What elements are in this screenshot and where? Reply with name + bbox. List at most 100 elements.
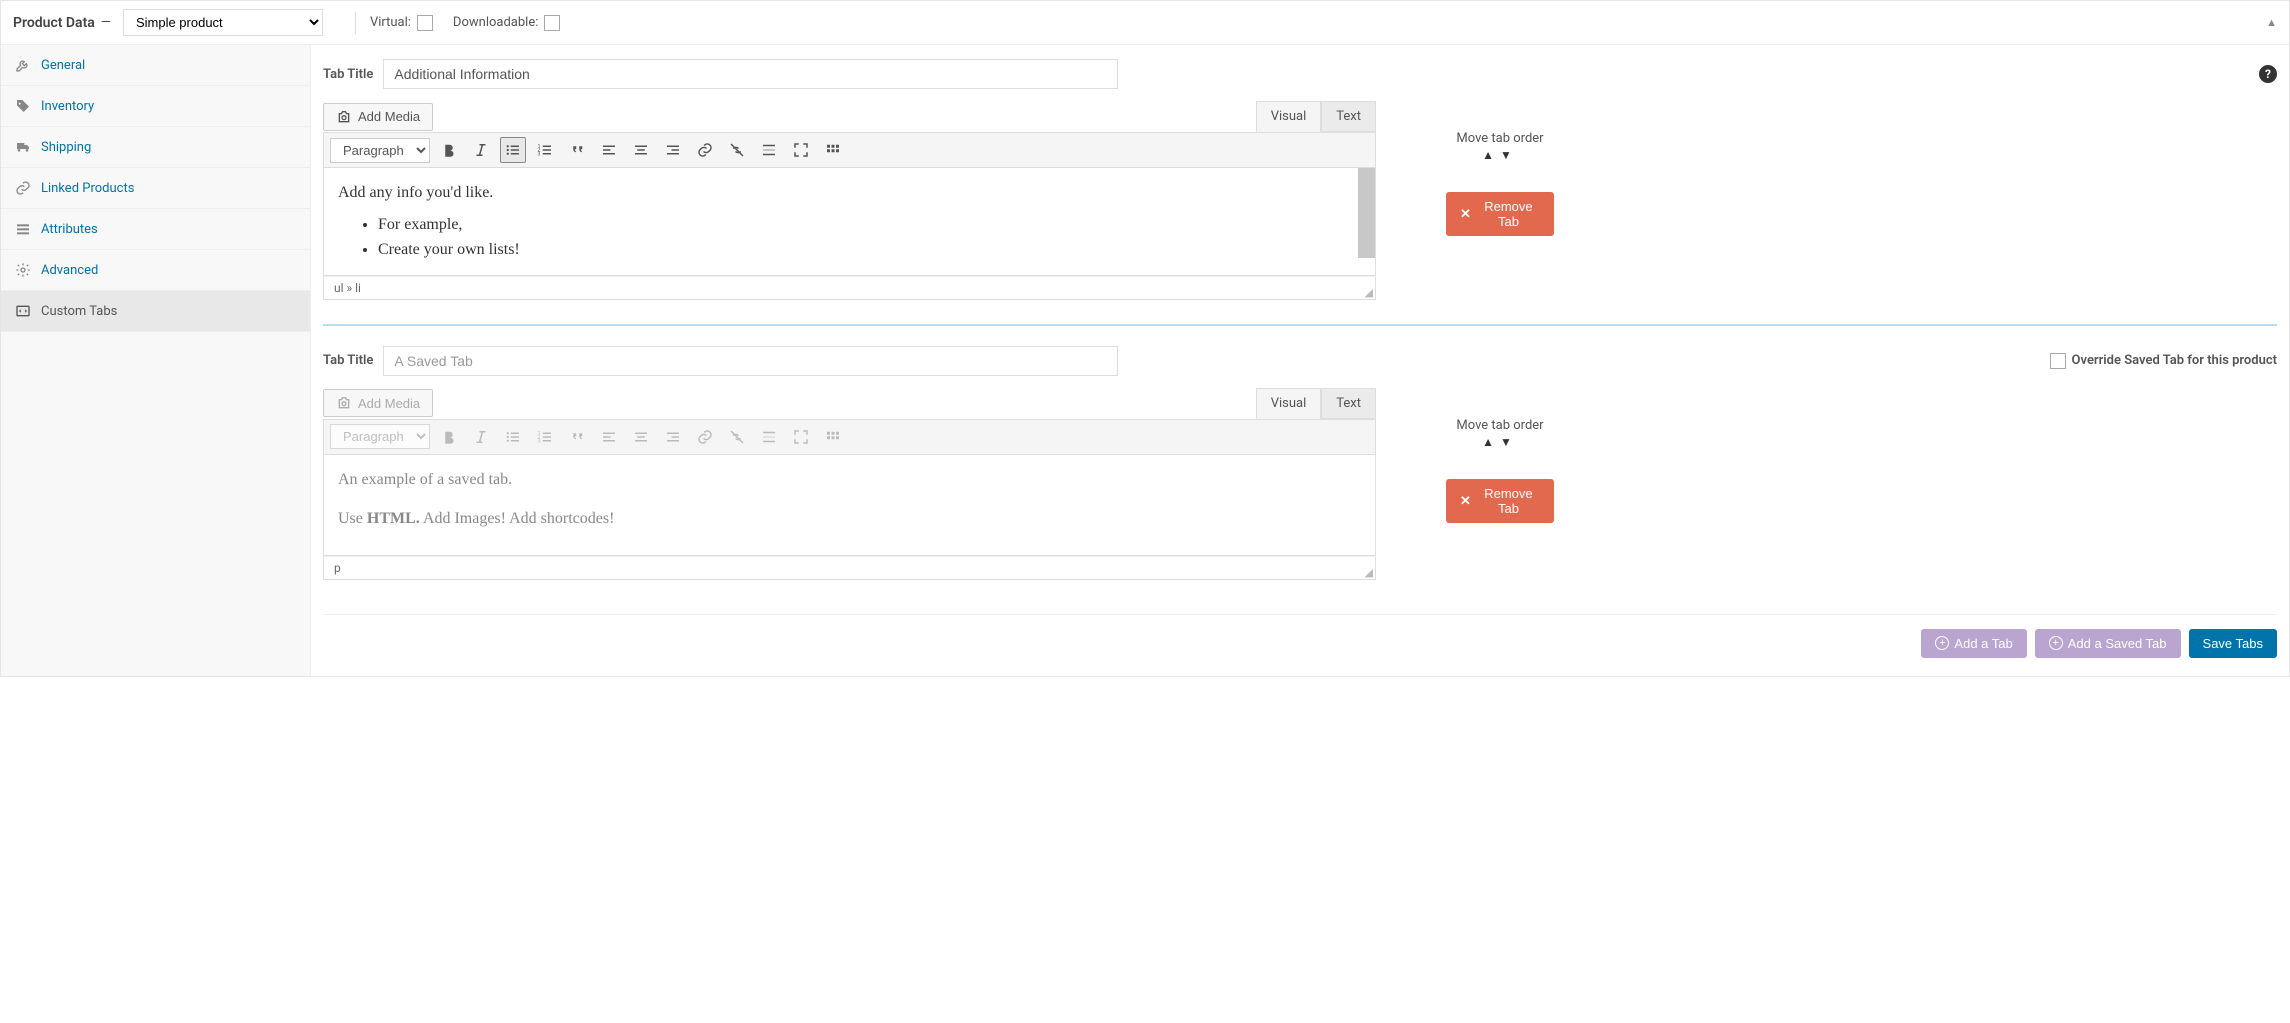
close-icon: ✕ — [1460, 206, 1471, 222]
editor-tab-text[interactable]: Text — [1321, 388, 1376, 419]
sidebar-item-label: Inventory — [41, 99, 94, 114]
media-icon — [336, 395, 352, 411]
quote-icon[interactable] — [564, 137, 590, 163]
bold-icon — [436, 424, 462, 450]
toolbar-toggle-icon[interactable] — [820, 137, 846, 163]
override-label: Override Saved Tab for this product — [2072, 353, 2277, 368]
sidebar-item-label: Linked Products — [41, 181, 134, 196]
sidebar-item-label: Attributes — [41, 222, 98, 237]
add-media-label: Add Media — [358, 396, 420, 411]
content-intro: Add any info you'd like. — [338, 180, 1361, 206]
sidebar-item-general[interactable]: General — [1, 45, 310, 86]
gear-icon — [15, 262, 31, 278]
override-checkbox[interactable] — [2050, 353, 2066, 369]
numbered-list-icon: 123 — [532, 424, 558, 450]
move-down-icon[interactable]: ▼ — [1500, 435, 1518, 449]
sidebar-item-advanced[interactable]: Advanced — [1, 250, 310, 291]
panel-toggle-icon[interactable]: ▲ — [2266, 16, 2277, 29]
tab-title-label: Tab Title — [323, 353, 373, 368]
unlink-icon — [724, 424, 750, 450]
sidebar-item-inventory[interactable]: Inventory — [1, 86, 310, 127]
quote-icon — [564, 424, 590, 450]
bullet-list-icon — [500, 424, 526, 450]
downloadable-checkbox[interactable] — [544, 15, 560, 31]
svg-text:3: 3 — [538, 151, 541, 157]
toolbar-toggle-icon — [820, 424, 846, 450]
move-order-label: Move tab order — [1446, 131, 1554, 146]
readmore-icon[interactable] — [756, 137, 782, 163]
editor-tab-visual[interactable]: Visual — [1256, 388, 1322, 419]
plus-icon: + — [2049, 636, 2063, 650]
move-up-icon[interactable]: ▲ — [1482, 435, 1500, 449]
code-icon — [15, 303, 31, 319]
sidebar-item-label: Custom Tabs — [41, 304, 117, 319]
dash: — — [101, 15, 111, 30]
wrench-icon — [15, 57, 31, 73]
element-path: p ◢ — [323, 556, 1376, 580]
italic-icon — [468, 424, 494, 450]
numbered-list-icon[interactable]: 123 — [532, 137, 558, 163]
help-icon[interactable]: ? — [2259, 65, 2277, 83]
bold-icon[interactable] — [436, 137, 462, 163]
align-left-icon — [596, 424, 622, 450]
plus-icon: + — [1935, 636, 1949, 650]
media-icon — [336, 109, 352, 125]
editor-content-area[interactable]: Add any info you'd like. For example, Cr… — [323, 168, 1376, 276]
remove-tab-button[interactable]: ✕Remove Tab — [1446, 192, 1554, 236]
italic-icon[interactable] — [468, 137, 494, 163]
add-media-label: Add Media — [358, 109, 420, 124]
sidebar-item-custom-tabs[interactable]: Custom Tabs — [1, 291, 310, 332]
readmore-icon — [756, 424, 782, 450]
tab-title-label: Tab Title — [323, 67, 373, 82]
move-order-label: Move tab order — [1446, 418, 1554, 433]
move-down-icon[interactable]: ▼ — [1500, 148, 1518, 162]
resize-grip-icon[interactable]: ◢ — [1365, 289, 1373, 297]
divider — [355, 12, 356, 34]
sidebar-item-shipping[interactable]: Shipping — [1, 127, 310, 168]
align-right-icon[interactable] — [660, 137, 686, 163]
align-left-icon[interactable] — [596, 137, 622, 163]
bullet-list-icon[interactable] — [500, 137, 526, 163]
product-type-select[interactable]: Simple product — [123, 9, 323, 36]
link-icon — [692, 424, 718, 450]
content-line: Use HTML. Add Images! Add shortcodes! — [338, 506, 1361, 532]
align-center-icon[interactable] — [628, 137, 654, 163]
virtual-checkbox[interactable] — [417, 15, 433, 31]
resize-grip-icon[interactable]: ◢ — [1365, 569, 1373, 577]
link-icon — [15, 180, 31, 196]
list-icon — [15, 221, 31, 237]
move-up-icon[interactable]: ▲ — [1482, 148, 1500, 162]
format-select[interactable]: Paragraph — [330, 138, 430, 163]
add-tab-button[interactable]: +Add a Tab — [1921, 629, 2026, 658]
editor-tab-text[interactable]: Text — [1321, 101, 1376, 132]
fullscreen-icon — [788, 424, 814, 450]
sidebar-item-linked[interactable]: Linked Products — [1, 168, 310, 209]
add-media-button[interactable]: Add Media — [323, 103, 433, 131]
product-data-sidebar: General Inventory Shipping Linked Produc… — [1, 45, 311, 676]
link-icon[interactable] — [692, 137, 718, 163]
editor-tab-visual[interactable]: Visual — [1256, 101, 1322, 132]
content-li: For example, — [378, 212, 1361, 238]
unlink-icon[interactable] — [724, 137, 750, 163]
add-media-button: Add Media — [323, 389, 433, 417]
editor-toolbar: Paragraph 123 — [323, 132, 1376, 168]
editor-content-area: An example of a saved tab. Use HTML. Add… — [323, 455, 1376, 556]
add-saved-tab-button[interactable]: +Add a Saved Tab — [2035, 629, 2181, 658]
custom-tab-2: Tab Title Override Saved Tab for this pr… — [323, 346, 2277, 600]
tab-title-input[interactable] — [383, 59, 1118, 89]
sidebar-item-label: Advanced — [41, 263, 98, 278]
tag-icon — [15, 98, 31, 114]
format-select: Paragraph — [330, 424, 430, 449]
truck-icon — [15, 139, 31, 155]
scrollbar[interactable] — [1358, 168, 1375, 258]
override-saved-tab[interactable]: Override Saved Tab for this product — [2050, 353, 2277, 369]
content-li: Create your own lists! — [378, 237, 1361, 263]
downloadable-label: Downloadable: — [453, 15, 538, 30]
remove-tab-button[interactable]: ✕Remove Tab — [1446, 479, 1554, 523]
close-icon: ✕ — [1460, 493, 1471, 509]
fullscreen-icon[interactable] — [788, 137, 814, 163]
save-tabs-button[interactable]: Save Tabs — [2189, 629, 2277, 658]
svg-text:3: 3 — [538, 438, 541, 444]
sidebar-item-attributes[interactable]: Attributes — [1, 209, 310, 250]
sidebar-item-label: Shipping — [41, 140, 91, 155]
